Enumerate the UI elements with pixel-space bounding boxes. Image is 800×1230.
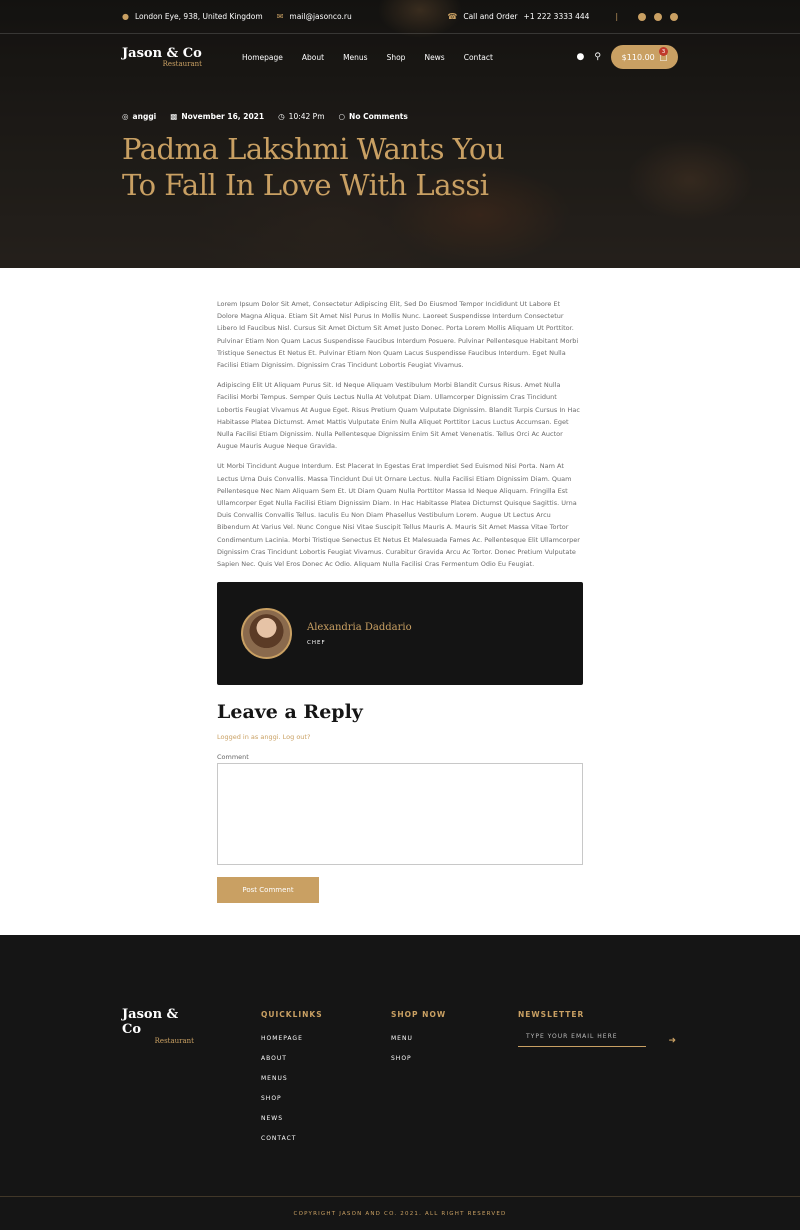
cart-total: $110.00 <box>621 52 655 62</box>
search-icon[interactable]: ⚲ <box>594 52 601 62</box>
meta-date: ▩ November 16, 2021 <box>170 112 264 121</box>
footer-link-menus[interactable]: MENUS <box>261 1075 323 1082</box>
top-bar: ● London Eye, 938, United Kingdom ✉ mail… <box>0 0 800 34</box>
footer-link-shop-now[interactable]: SHOP <box>391 1055 446 1062</box>
mail-icon: ✉ <box>276 12 284 21</box>
quicklinks-title: QUICKLINKS <box>261 1010 323 1019</box>
newsletter-email-input[interactable]: TYPE YOUR EMAIL HERE <box>518 1033 646 1047</box>
cart-button[interactable]: $110.00 □ 3 <box>611 45 678 69</box>
author-role: CHEF <box>307 639 326 646</box>
footer-link-about[interactable]: ABOUT <box>261 1055 323 1062</box>
nav-item-news[interactable]: News <box>424 53 444 62</box>
clock-icon: ◷ <box>278 112 285 121</box>
reply-title: Leave a Reply <box>217 701 363 724</box>
shop-now-column: SHOP NOW MENU SHOP <box>391 1010 446 1075</box>
nav-item-menus[interactable]: Menus <box>343 53 368 62</box>
copyright-bar: COPYRIGHT JASON AND CO. 2021. ALL RIGHT … <box>0 1196 800 1230</box>
comment-bubble-icon: ○ <box>338 112 346 121</box>
footer-logo[interactable]: Jason & Co Restaurant <box>122 1007 194 1045</box>
nav-item-shop[interactable]: Shop <box>387 53 406 62</box>
arrow-right-icon[interactable]: ➜ <box>668 1036 676 1046</box>
post-comment-button[interactable]: Post Comment <box>217 877 319 904</box>
hero-section: ● London Eye, 938, United Kingdom ✉ mail… <box>0 0 800 268</box>
nav-item-contact[interactable]: Contact <box>464 53 493 62</box>
comment-label: Comment <box>217 753 249 762</box>
youtube-icon[interactable] <box>670 12 678 21</box>
call-item[interactable]: ☎ Call and Order +1 222 3333 444 <box>447 12 589 21</box>
article-paragraph: Ut Morbi Tincidunt Augue Interdum. Est P… <box>217 462 580 569</box>
meta-comments[interactable]: ○ No Comments <box>339 112 408 121</box>
user-icon[interactable]: ● <box>577 52 585 62</box>
newsletter-column: NEWSLETTER TYPE YOUR EMAIL HERE ➜ <box>518 1010 676 1047</box>
meta-author-text[interactable]: anggi <box>133 112 157 121</box>
email-text[interactable]: mail@jasonco.ru <box>289 12 351 21</box>
shop-now-title: SHOP NOW <box>391 1010 447 1019</box>
calendar-icon: ▩ <box>170 112 178 121</box>
footer-link-contact[interactable]: CONTACT <box>261 1135 323 1142</box>
meta-author[interactable]: ◎ anggi <box>122 112 156 121</box>
phone-icon: ☎ <box>447 12 458 21</box>
meta-time-text: 10:42 Pm <box>288 112 325 121</box>
meta-date-text: November 16, 2021 <box>181 112 265 121</box>
email-item[interactable]: ✉ mail@jasonco.ru <box>277 12 352 21</box>
author-name[interactable]: Alexandria Daddario <box>307 622 412 633</box>
page-title: Padma Lakshmi Wants You To Fall In Love … <box>122 132 505 202</box>
logo-tagline: Restaurant <box>162 59 202 68</box>
site-footer: Jason & Co Restaurant QUICKLINKS HOMEPAG… <box>0 935 800 1230</box>
footer-logo-name: Jason & Co <box>122 1007 179 1037</box>
main-navigation: Jason & Co Restaurant Homepage About Men… <box>0 34 800 80</box>
comment-textarea[interactable] <box>217 763 583 866</box>
site-logo[interactable]: Jason & Co Restaurant <box>122 47 202 68</box>
divider: | <box>615 12 618 21</box>
footer-link-shop[interactable]: SHOP <box>261 1095 323 1102</box>
address-item: ● London Eye, 938, United Kingdom <box>122 12 263 21</box>
newsletter-title: NEWSLETTER <box>518 1010 585 1019</box>
avatar <box>241 608 292 660</box>
meta-comments-text[interactable]: No Comments <box>349 112 408 121</box>
author-box: Alexandria Daddario CHEF <box>217 582 583 686</box>
article-content: Lorem Ipsum Dolor Sit Amet, Consectetur … <box>217 298 583 904</box>
footer-link-news[interactable]: NEWS <box>261 1115 323 1122</box>
copyright-text: COPYRIGHT JASON AND CO. 2021. ALL RIGHT … <box>293 1210 507 1217</box>
user-circle-icon: ◎ <box>122 112 129 121</box>
logged-in-link[interactable]: Logged in as anggi. Log out? <box>217 733 583 741</box>
footer-logo-tagline: Restaurant <box>154 1037 194 1045</box>
footer-link-menu[interactable]: MENU <box>391 1035 446 1042</box>
facebook-icon[interactable] <box>638 12 646 21</box>
cart-count-badge: 3 <box>659 47 668 56</box>
article-paragraph: Lorem Ipsum Dolor Sit Amet, Consectetur … <box>217 300 579 370</box>
nav-menu: Homepage About Menus Shop News Contact <box>242 53 493 62</box>
location-pin-icon: ● <box>122 12 129 21</box>
post-meta: ◎ anggi ▩ November 16, 2021 ◷ 10:42 Pm ○… <box>0 80 800 121</box>
nav-item-homepage[interactable]: Homepage <box>242 53 283 62</box>
call-label: Call and Order <box>463 12 518 21</box>
address-text: London Eye, 938, United Kingdom <box>134 12 263 21</box>
footer-link-homepage[interactable]: HOMEPAGE <box>261 1035 323 1042</box>
quicklinks-column: QUICKLINKS HOMEPAGE ABOUT MENUS SHOP NEW… <box>261 1010 323 1155</box>
meta-time: ◷ 10:42 Pm <box>278 112 324 121</box>
article-paragraph: Adipiscing Elit Ut Aliquam Purus Sit. Id… <box>217 381 580 451</box>
twitter-icon[interactable] <box>654 12 662 21</box>
logo-name: Jason & Co <box>122 45 202 61</box>
phone-number[interactable]: +1 222 3333 444 <box>524 12 590 21</box>
nav-item-about[interactable]: About <box>302 53 324 62</box>
